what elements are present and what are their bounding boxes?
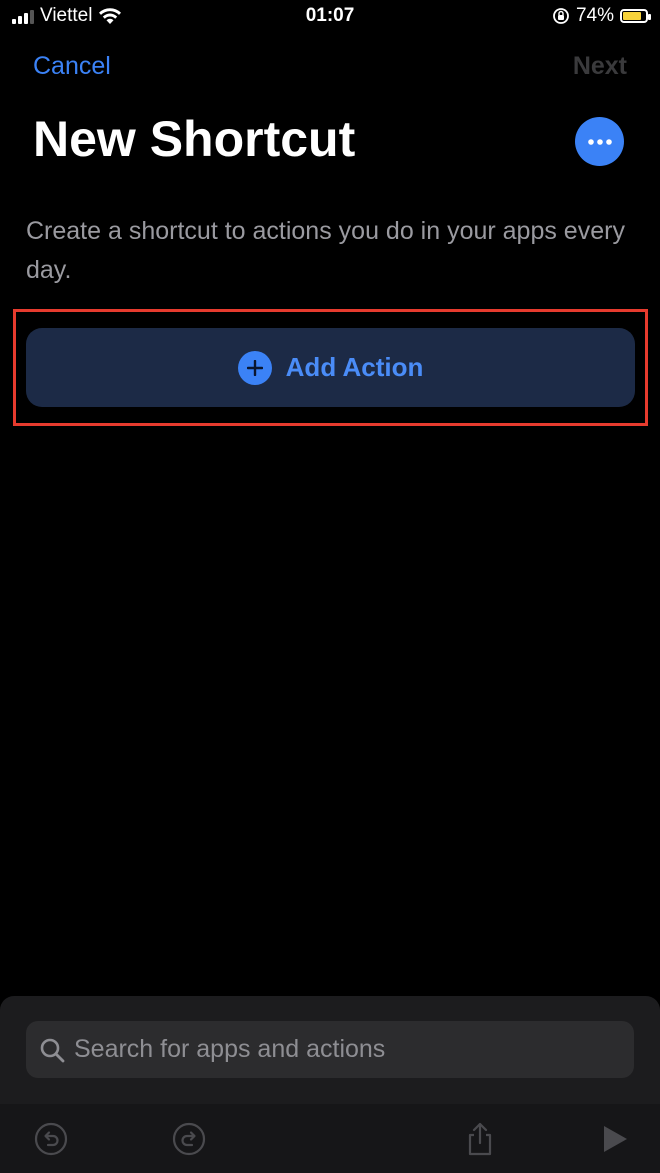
battery-percent: 74% [575,5,614,26]
play-icon [604,1126,627,1152]
status-bar: Viettel 01:07 74% [0,0,660,36]
bottom-toolbar [0,1104,660,1173]
add-action-button[interactable]: Add Action [26,328,635,407]
search-bar[interactable] [26,1021,634,1078]
redo-button[interactable] [170,1120,208,1158]
undo-button[interactable] [32,1120,70,1158]
share-icon [468,1122,492,1156]
cancel-button[interactable]: Cancel [33,52,111,81]
magnifier-icon [40,1038,65,1062]
share-button[interactable] [461,1120,499,1158]
rotation-lock-icon [553,8,569,24]
ellipsis-icon [587,138,612,145]
battery-icon [620,9,651,23]
search-input[interactable] [72,1034,616,1065]
more-options-button[interactable] [575,117,624,166]
add-action-label: Add Action [285,352,424,382]
plus-circle-icon [237,350,272,385]
run-button[interactable] [595,1120,633,1158]
page-title: New Shortcut [33,111,356,167]
redo-icon [172,1122,206,1156]
description-text: Create a shortcut to actions you do in y… [26,217,625,284]
undo-icon [34,1122,68,1156]
status-right: 74% [552,5,651,27]
next-button[interactable]: Next [573,52,627,81]
